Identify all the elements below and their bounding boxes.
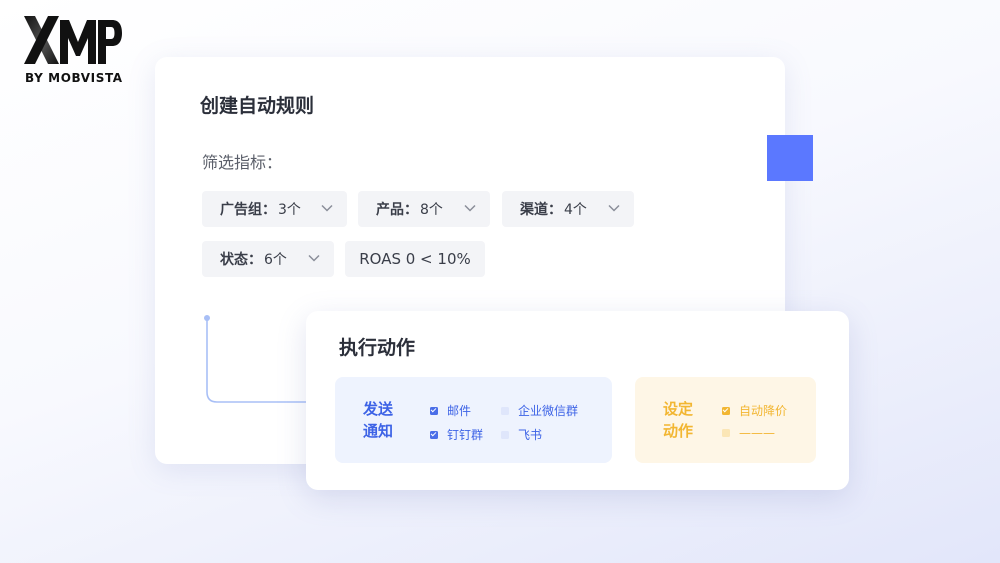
xmp-logo: BY MOBVISTA: [24, 16, 124, 88]
option-label: ———: [739, 426, 775, 440]
option-label: 自动降价: [739, 404, 788, 418]
filter-chip-roas[interactable]: ROAS 0 < 10%: [345, 241, 485, 277]
logo-subtitle: BY MOBVISTA: [25, 71, 123, 85]
chip-key: 广告组：: [220, 202, 276, 218]
set-action-heading: 设定 动作: [663, 398, 703, 442]
chip-key: 产品：: [376, 202, 418, 218]
heading-line: 发送: [363, 400, 394, 418]
action-option-auto-price-cut[interactable]: 自动降价: [722, 402, 787, 419]
chip-text: ROAS 0 < 10%: [359, 250, 471, 268]
send-notification-heading: 发送 通知: [363, 398, 403, 442]
notify-option-feishu[interactable]: 飞书: [501, 426, 542, 443]
heading-line: 通知: [363, 422, 394, 440]
filter-chip-channel[interactable]: 渠道： 4个: [502, 191, 634, 227]
filter-chip-status[interactable]: 状态： 6个: [202, 241, 334, 277]
notify-option-dingtalk-group[interactable]: 钉钉群: [430, 426, 483, 443]
chevron-down-icon: [321, 204, 333, 212]
rule-card-title: 创建自动规则: [200, 95, 315, 117]
chevron-down-icon: [308, 254, 320, 262]
checkbox-checked-icon[interactable]: [722, 406, 730, 415]
chevron-down-icon: [464, 204, 476, 212]
chip-key: 渠道：: [520, 202, 562, 218]
xmp-logo-mark: [24, 16, 122, 64]
send-notification-box: 发送 通知 邮件 企业微信群 钉钉群 飞书: [335, 377, 612, 463]
checkbox-unchecked-icon[interactable]: [722, 429, 730, 437]
action-card-title: 执行动作: [339, 337, 416, 359]
chip-key: 状态：: [220, 252, 262, 268]
filter-chip-product[interactable]: 产品： 8个: [358, 191, 490, 227]
notify-option-email[interactable]: 邮件: [430, 402, 471, 419]
option-label: 钉钉群: [447, 428, 484, 442]
checkbox-unchecked-icon[interactable]: [501, 406, 509, 415]
option-label: 企业微信群: [518, 404, 579, 418]
notify-option-wecom-group[interactable]: 企业微信群: [501, 402, 578, 419]
decorative-square: [767, 135, 813, 181]
option-label: 邮件: [447, 404, 472, 418]
set-action-box: 设定 动作 自动降价 ———: [635, 377, 816, 463]
checkbox-unchecked-icon[interactable]: [501, 430, 509, 439]
checkbox-checked-icon[interactable]: [430, 406, 438, 415]
chip-value: 8个: [420, 202, 443, 218]
heading-line: 设定: [663, 400, 694, 418]
execute-action-card: 执行动作 发送 通知 邮件 企业微信群 钉钉群 飞书 设定 动作 自动降价 ——…: [306, 311, 849, 490]
chip-value: 3个: [278, 202, 301, 218]
chevron-down-icon: [608, 204, 620, 212]
chip-value: 6个: [264, 252, 287, 268]
heading-line: 动作: [663, 422, 694, 440]
filter-chip-ad-group[interactable]: 广告组： 3个: [202, 191, 347, 227]
checkbox-checked-icon[interactable]: [430, 430, 438, 439]
chip-value: 4个: [564, 202, 587, 218]
filter-metrics-label: 筛选指标：: [202, 153, 283, 172]
action-option-placeholder[interactable]: ———: [722, 426, 775, 440]
option-label: 飞书: [518, 428, 543, 442]
